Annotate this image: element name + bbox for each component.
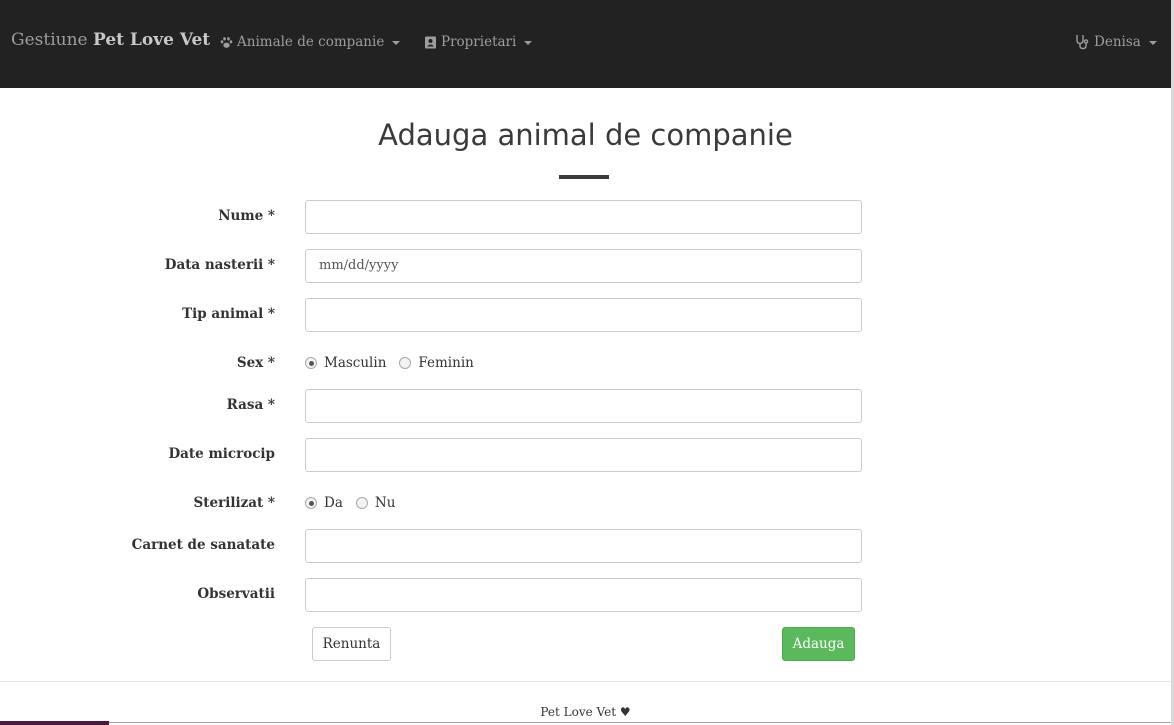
sex-radio-feminin[interactable] [399, 357, 412, 369]
health-book-input[interactable] [305, 529, 862, 563]
add-button[interactable]: Adauga [782, 627, 855, 661]
footer-accent-line [109, 722, 1171, 723]
caret-down-icon [524, 41, 533, 45]
footer-divider [0, 681, 1171, 682]
breed-label: Rasa * [226, 397, 275, 413]
health-book-label: Carnet de sanatate [131, 537, 275, 553]
birth-date-label: Data nasterii * [164, 257, 275, 273]
sex-label: Sex * [236, 355, 275, 371]
top-navbar: Gestiune Pet Love Vet Animale de compani… [0, 0, 1171, 88]
paw-icon [220, 36, 233, 49]
animal-type-input[interactable] [305, 298, 862, 332]
name-input[interactable] [305, 200, 862, 234]
cancel-button[interactable]: Renunta [312, 627, 391, 661]
caret-down-icon [392, 41, 401, 45]
sterilized-radio-da[interactable] [305, 497, 317, 509]
microchip-label: Date microcip [168, 446, 275, 462]
page-title: Adauga animal de companie [378, 118, 793, 152]
contact-card-icon [424, 36, 437, 49]
sterilized-option-nu-label[interactable]: Nu [375, 495, 396, 511]
sex-radio-masculin[interactable] [305, 357, 317, 369]
sterilized-radio-nu[interactable] [355, 497, 368, 509]
caret-down-icon [1148, 41, 1157, 45]
nav-menu-animals-label: Animale de companie [237, 34, 385, 50]
brand-logo[interactable]: Gestiune Pet Love Vet [11, 30, 210, 50]
birth-date-input[interactable]: mm/dd/yyyy [305, 249, 862, 283]
stethoscope-icon [1075, 34, 1090, 50]
breed-input[interactable] [305, 389, 862, 423]
sex-radio-group: Masculin Feminin [305, 355, 487, 371]
animal-type-label: Tip animal * [182, 306, 275, 322]
nav-menu-animals[interactable]: Animale de companie [220, 34, 401, 50]
nav-menu-owners[interactable]: Proprietari [424, 34, 533, 50]
nav-user-menu[interactable]: Denisa [1075, 34, 1157, 50]
title-underline [559, 175, 609, 179]
nav-user-label: Denisa [1094, 34, 1141, 50]
brand-name: Pet Love Vet [93, 30, 211, 50]
notes-input[interactable] [305, 578, 862, 612]
sterilized-label: Sterilizat * [193, 495, 275, 511]
sterilized-radio-group: Da Nu [305, 495, 408, 511]
microchip-input[interactable] [305, 438, 862, 472]
footer-accent-bar [0, 721, 109, 725]
sex-option-feminin-label[interactable]: Feminin [418, 355, 473, 371]
footer-text: Pet Love Vet ♥ [540, 705, 631, 719]
name-label: Nume * [218, 208, 275, 224]
notes-label: Observatii [197, 586, 275, 602]
brand-prefix: Gestiune [11, 30, 88, 50]
sex-option-masculin-label[interactable]: Masculin [324, 355, 386, 371]
nav-menu-owners-label: Proprietari [441, 34, 517, 50]
sterilized-option-da-label[interactable]: Da [324, 495, 343, 511]
